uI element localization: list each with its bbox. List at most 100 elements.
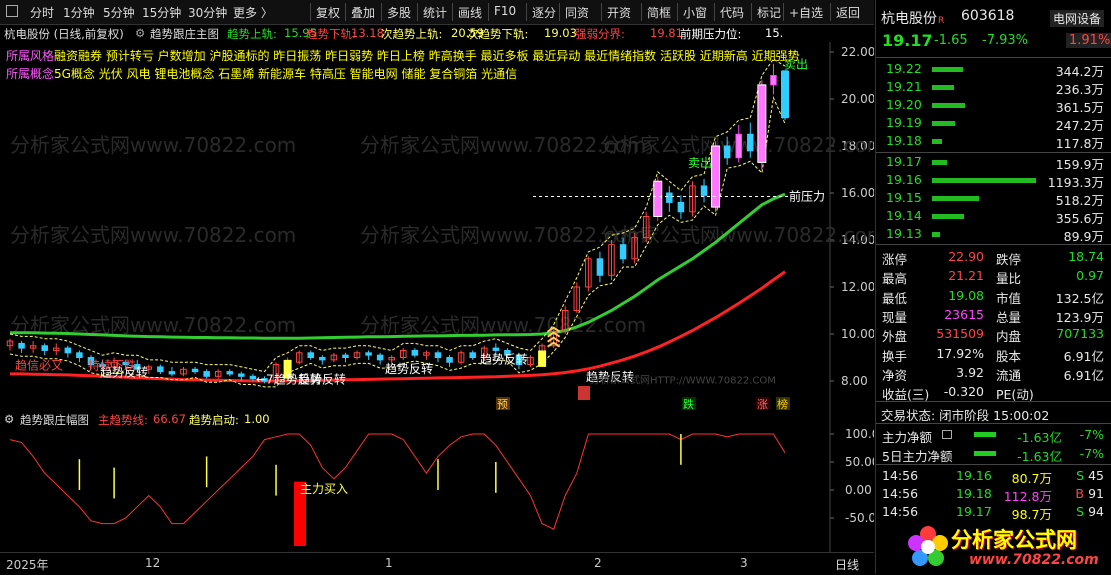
toolbar-button[interactable]: 画线 (458, 4, 482, 21)
stat-value-2: 707133 (1056, 326, 1104, 342)
tick-count: 45 (1088, 468, 1104, 483)
stat-value: 21.21 (948, 268, 984, 284)
candle-body[interactable] (76, 352, 83, 358)
indicator-name[interactable]: 趋势跟庄主图 (150, 26, 219, 42)
prior-pressure-label: 前压力 (789, 189, 825, 204)
candlestick-chart[interactable]: 22.0020.0018.0016.0014.0012.0010.008.00分… (0, 42, 874, 410)
quote-panel: 杭电股份 R 603618 电网设备 19.17 -1.65 -7.93% 1.… (875, 0, 1111, 574)
last-candle[interactable] (781, 70, 789, 118)
candle-body[interactable] (469, 352, 476, 358)
toolbar-button[interactable]: F10 (494, 4, 516, 18)
candle-body[interactable] (41, 345, 48, 351)
candle-body[interactable] (723, 145, 731, 159)
candle-body[interactable] (411, 349, 419, 356)
toolbar-button[interactable]: 标记 (757, 4, 781, 21)
toolbar-button[interactable]: 多股 (387, 4, 411, 21)
volume-bar (932, 67, 964, 72)
candle-body[interactable] (376, 354, 384, 361)
period-tab-30min[interactable]: 30分钟 (188, 4, 227, 21)
tick-side: S (1076, 504, 1084, 519)
candle-body[interactable] (619, 244, 627, 260)
toolbar-button[interactable]: 开资 (607, 4, 631, 21)
tick-time: 14:56 (882, 504, 919, 519)
candle-body[interactable] (168, 371, 176, 375)
candle-body[interactable] (18, 342, 25, 349)
candle-body[interactable] (64, 347, 72, 354)
x-tick: 12 (145, 556, 161, 570)
candle-body[interactable] (157, 366, 164, 373)
candle-body[interactable] (735, 133, 742, 159)
menu-square-icon[interactable] (6, 5, 18, 17)
period-tab-5min[interactable]: 5分钟 (103, 4, 135, 21)
trend-reversal-label: 趋势反转 (480, 351, 528, 366)
flow-pct: -7% (1079, 427, 1104, 442)
period-tab-more[interactable]: 更多 〉 (233, 4, 273, 21)
stat-label: 外盘 (882, 329, 908, 345)
header-item-label: 次趋势下轨: (467, 27, 529, 41)
tick-row: 14:56 19.17 98.7万 S 94 (876, 502, 1111, 522)
candle-body[interactable] (434, 352, 442, 358)
volume-bar (932, 139, 943, 144)
candle-body[interactable] (307, 352, 314, 358)
candle-body[interactable] (203, 371, 210, 377)
toolbar-button[interactable]: 同资 (565, 4, 589, 21)
watermark-text: 分析家公式网www.70822.com (10, 223, 296, 247)
candle-body[interactable] (770, 75, 777, 86)
stat-label: 涨停 (882, 252, 908, 267)
candle-body[interactable] (666, 192, 673, 203)
stat-label-2: 股本 (996, 348, 1022, 364)
candle-body[interactable] (365, 352, 372, 356)
candle-body[interactable] (492, 347, 500, 351)
bid-row: 19.14 355.6万 (876, 207, 1111, 226)
osc-tick: -50.00 (845, 511, 874, 525)
toolbar-button[interactable]: +自选 (789, 4, 823, 21)
price-tick: 22.00 (841, 45, 874, 59)
toolbar-button[interactable]: 返回 (836, 4, 860, 21)
candle-body[interactable] (238, 373, 245, 377)
settings-gear-icon[interactable]: ⚙ (135, 26, 145, 40)
flow-value: -1.63亿 (1017, 449, 1062, 464)
tick-price: 19.17 (956, 504, 992, 519)
period-tab-1min[interactable]: 1分钟 (63, 4, 95, 21)
oscillator-chart[interactable]: 100.00 50.00 0.00 -50.00 主力买入 (0, 410, 874, 552)
last-price: 19.17 (882, 31, 933, 50)
signal-candle[interactable] (711, 145, 721, 208)
candle-body[interactable] (446, 357, 453, 363)
toolbar-button[interactable]: 叠加 (351, 4, 375, 21)
toolbar-button[interactable]: 简框 (647, 4, 671, 21)
candle-body[interactable] (677, 201, 685, 213)
trade-status-text: 交易状态: 闭市阶段 15:00:02 (881, 408, 1050, 423)
volume-bar (932, 214, 965, 219)
stat-label-2: 内盘 (996, 329, 1022, 345)
logo-url: www.70822.com (969, 552, 1099, 568)
flow-detail-icon[interactable] (942, 430, 952, 439)
price-row: 19.17 -1.65 -7.93% 1.91% (876, 31, 1111, 55)
toolbar-button[interactable]: 小窗 (683, 4, 707, 21)
candle-body[interactable] (191, 368, 199, 373)
yellow-signal-bar (538, 350, 547, 367)
toolbar-button[interactable]: 统计 (423, 4, 447, 21)
toolbar-button[interactable]: 逐分 (532, 4, 556, 21)
candle-body[interactable] (700, 185, 708, 196)
flow-pct: -7% (1079, 446, 1104, 461)
signal-candle[interactable] (653, 180, 663, 217)
tick-side: S (1076, 468, 1084, 483)
industry-badge[interactable]: 电网设备 (1050, 10, 1105, 27)
toolbar-button[interactable]: 代码 (720, 4, 744, 21)
candle-body[interactable] (319, 357, 326, 361)
candle-body[interactable] (342, 354, 349, 358)
period-tab-fenshi[interactable]: 分时 (30, 4, 54, 21)
candle-body[interactable] (747, 133, 754, 152)
toolbar-button[interactable]: 复权 (316, 4, 340, 21)
candle-body[interactable] (226, 371, 234, 375)
toolbar-divider (677, 3, 678, 21)
stat-value: 22.90 (948, 249, 984, 264)
period-tab-15min[interactable]: 15分钟 (142, 4, 181, 21)
candle-body[interactable] (249, 375, 257, 380)
x-tick: 3 (740, 556, 748, 570)
period-daily-button[interactable]: 日线 (835, 556, 859, 573)
toolbar-divider (751, 3, 752, 21)
candle-body[interactable] (596, 258, 604, 276)
signal-candle[interactable] (757, 84, 767, 163)
event-badge-text: 涨 (757, 398, 768, 410)
